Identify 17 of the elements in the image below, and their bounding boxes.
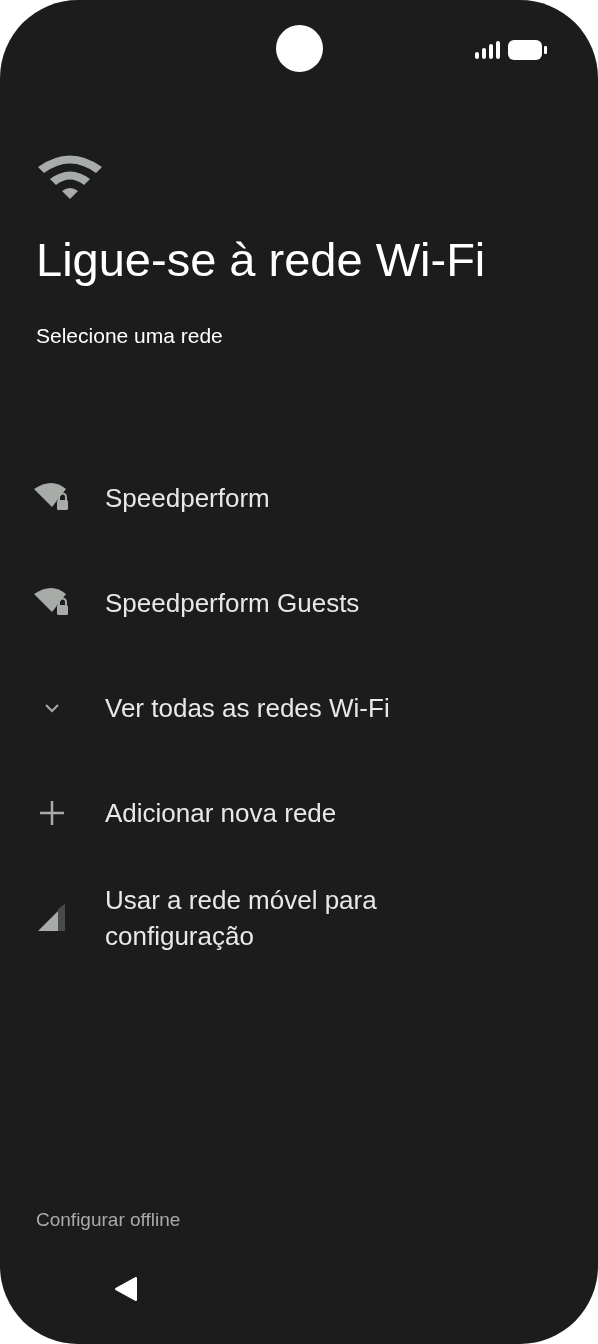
network-option[interactable]: Adicionar nova rede <box>0 760 598 866</box>
wifi-lock-icon <box>34 483 70 513</box>
network-option[interactable]: Speedperform <box>0 445 598 551</box>
page-title: Ligue-se à rede Wi-Fi <box>36 232 487 288</box>
plus-icon <box>39 800 65 826</box>
network-option[interactable]: Speedperform Guests <box>0 550 598 656</box>
setup-offline-link[interactable]: Configurar offline <box>36 1208 181 1230</box>
chevron-down-icon <box>44 703 60 713</box>
page-subtitle: Selecione uma rede <box>36 323 224 349</box>
network-option[interactable]: Ver todas as redes Wi-Fi <box>0 655 598 761</box>
back-icon[interactable] <box>114 1276 138 1302</box>
wifi-lock-icon <box>34 588 70 618</box>
battery-icon <box>508 40 548 60</box>
cellular-signal-icon <box>38 904 66 932</box>
signal-icon <box>475 41 501 59</box>
network-option[interactable]: Usar a rede móvel para configuração <box>0 865 598 971</box>
wifi-icon <box>38 154 102 200</box>
